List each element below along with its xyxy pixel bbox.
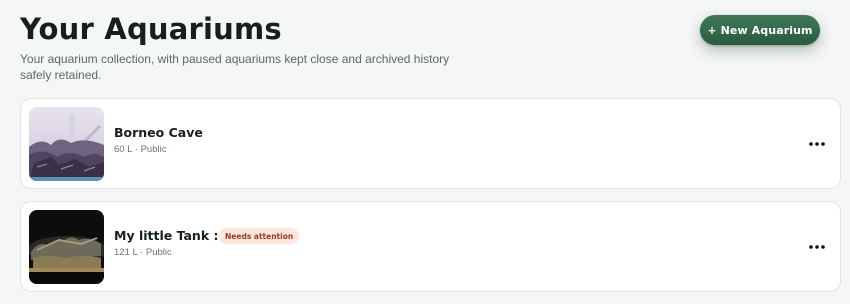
more-horizontal-icon xyxy=(809,245,825,249)
aquarium-thumbnail xyxy=(29,107,104,181)
more-options-button[interactable] xyxy=(802,135,832,153)
page-subtitle: Your aquarium collection, with paused aq… xyxy=(20,52,450,82)
aquarium-meta: 121 L · Public xyxy=(114,247,172,258)
aquarium-card[interactable]: Borneo Cave 60 L · Public xyxy=(20,98,841,189)
aquarium-photo xyxy=(29,210,104,284)
page-title: Your Aquariums xyxy=(20,12,282,46)
aquariums-page: Your Aquariums Your aquarium collection,… xyxy=(0,0,850,304)
more-options-button[interactable] xyxy=(802,238,832,256)
aquarium-card[interactable]: My little Tank :-) Needs attention 121 L… xyxy=(20,201,841,292)
status-badge: Needs attention xyxy=(219,228,300,244)
aquarium-photo xyxy=(29,107,104,181)
more-horizontal-icon xyxy=(809,142,825,146)
aquarium-name: Borneo Cave xyxy=(114,125,203,140)
aquarium-name: My little Tank :-) xyxy=(114,228,230,243)
aquarium-meta: 60 L · Public xyxy=(114,144,167,155)
page-header: Your Aquariums Your aquarium collection,… xyxy=(20,10,840,90)
new-aquarium-button[interactable]: + New Aquarium xyxy=(700,15,820,45)
aquarium-thumbnail xyxy=(29,210,104,284)
